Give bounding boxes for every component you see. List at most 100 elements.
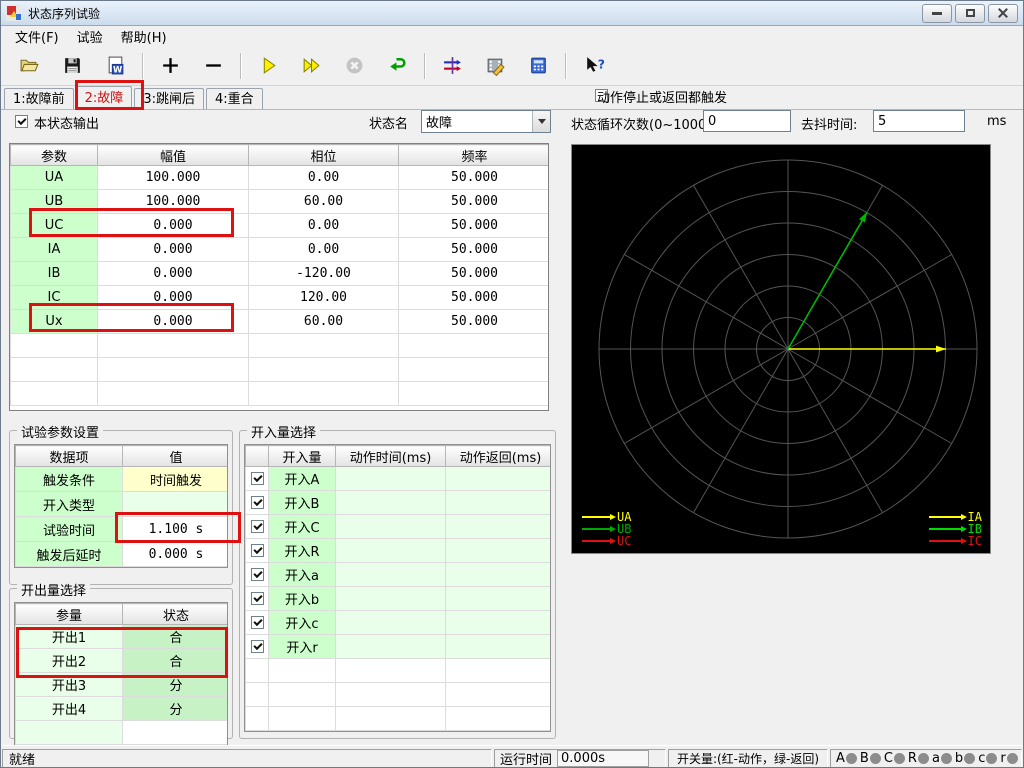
toolbar-calculator-button[interactable] [520,51,556,81]
param-name-cell: IC [11,286,98,310]
tab-state-4[interactable]: 4:重合 [206,88,263,110]
value-cell[interactable]: 1.100 s [123,517,229,542]
tp-header-0: 数据项 [16,446,123,467]
param-row: UC0.0000.0050.000 [11,214,550,238]
frequency-cell[interactable]: 50.000 [399,214,550,238]
legend-entry-UC: UC [582,535,631,547]
toolbar-save-button[interactable] [54,51,90,81]
amplitude-cell[interactable]: 100.000 [98,166,249,190]
data-item-cell: 触发条件 [16,467,123,492]
output-state-cell[interactable]: 合 [123,625,229,649]
input-checkbox-cell[interactable] [246,467,269,491]
toolbar-help-button[interactable]: ? [575,51,611,81]
toolbar-phasor-button[interactable] [434,51,470,81]
menu-item-1[interactable]: 试验 [68,26,112,47]
amplitude-cell[interactable]: 0.000 [98,262,249,286]
toolbar-export-word-button[interactable]: W [97,51,133,81]
toolbar-stop-button[interactable] [336,51,372,81]
input-checkbox-cell[interactable] [246,515,269,539]
app-icon [6,5,22,21]
input-enabled-checkbox[interactable] [251,592,264,605]
toolbar-separator [240,53,241,79]
tab-state-2[interactable]: 2:故障 [76,86,133,110]
output-state-cell[interactable]: 合 [123,649,229,673]
input-checkbox-cell[interactable] [246,563,269,587]
frequency-cell[interactable]: 50.000 [399,190,550,214]
phase-cell[interactable]: 60.00 [249,310,399,334]
input-enabled-checkbox[interactable] [251,520,264,533]
amplitude-cell[interactable]: 0.000 [98,238,249,262]
frequency-cell[interactable]: 50.000 [399,166,550,190]
state-name-combobox[interactable]: 故障 [421,110,551,133]
frequency-cell[interactable]: 50.000 [399,286,550,310]
close-button[interactable] [988,4,1018,23]
phase-cell[interactable]: 120.00 [249,286,399,310]
amplitude-cell[interactable]: 0.000 [98,310,249,334]
close-icon [997,7,1009,19]
input-enabled-checkbox[interactable] [251,568,264,581]
input-checkbox-cell[interactable] [246,491,269,515]
param-row: IB0.000-120.0050.000 [11,262,550,286]
empty-cell [16,721,123,745]
output-state-cell[interactable]: 分 [123,673,229,697]
phase-cell[interactable]: -120.00 [249,262,399,286]
toolbar-open-button[interactable] [11,51,47,81]
input-row: 开入c [246,611,552,635]
chevron-down-icon[interactable] [532,111,550,132]
tab-state-3[interactable]: 3:跳闸后 [134,88,204,110]
input-checkbox-cell[interactable] [246,611,269,635]
value-cell[interactable]: 0.000 s [123,542,229,567]
debounce-input[interactable] [873,110,965,132]
loop-count-input[interactable] [703,110,791,132]
voltage-legend: UAUBUC [582,511,631,547]
tab-state-1[interactable]: 1:故障前 [4,88,74,110]
legend-entry-IC: IC [929,535,982,547]
statusbar: 就绪 运行时间 0.000s 开关量:(红-动作，绿-返回) ABCRabcr [1,745,1023,768]
toolbar-run-button[interactable] [250,51,286,81]
toolbar-report-button[interactable] [477,51,513,81]
open-icon [19,55,40,76]
input-enabled-checkbox[interactable] [251,472,264,485]
phase-cell[interactable]: 0.00 [249,214,399,238]
empty-cell [399,382,550,406]
titlebar: 状态序列试验 [1,1,1023,26]
phase-cell[interactable]: 0.00 [249,238,399,262]
input-row: 开入b [246,587,552,611]
loop-count-label: 状态循环次数(0~1000) [571,114,711,133]
amplitude-cell[interactable]: 0.000 [98,286,249,310]
state-output-checkbox[interactable] [15,115,28,128]
value-cell[interactable] [123,492,229,517]
action-time-cell [336,539,446,563]
phase-cell[interactable]: 60.00 [249,190,399,214]
frequency-cell[interactable]: 50.000 [399,262,550,286]
empty-cell [246,659,269,683]
minimize-button[interactable] [922,4,952,23]
is-header-1: 动作时间(ms) [336,446,446,467]
toolbar-add-state-button[interactable] [152,51,188,81]
param-name-cell: Ux [11,310,98,334]
input-checkbox-cell[interactable] [246,539,269,563]
phase-cell[interactable]: 0.00 [249,166,399,190]
toolbar-run-continuous-button[interactable] [293,51,329,81]
input-enabled-checkbox[interactable] [251,496,264,509]
input-checkbox-cell[interactable] [246,587,269,611]
toolbar-undo-button[interactable] [379,51,415,81]
amplitude-cell[interactable]: 0.000 [98,214,249,238]
state-name-label: 状态名 [369,113,408,132]
menu-item-0[interactable]: 文件(F) [6,26,68,47]
input-checkbox-cell[interactable] [246,635,269,659]
input-enabled-checkbox[interactable] [251,640,264,653]
input-enabled-checkbox[interactable] [251,616,264,629]
test-param-row: 触发条件时间触发 [16,467,229,492]
toolbar-remove-state-button[interactable] [195,51,231,81]
frequency-cell[interactable]: 50.000 [399,310,550,334]
value-cell[interactable]: 时间触发 [123,467,229,492]
empty-row [11,358,550,382]
maximize-button[interactable] [955,4,985,23]
action-return-cell [446,491,552,515]
frequency-cell[interactable]: 50.000 [399,238,550,262]
menu-item-2[interactable]: 帮助(H) [112,26,176,47]
output-state-cell[interactable]: 分 [123,697,229,721]
amplitude-cell[interactable]: 100.000 [98,190,249,214]
input-enabled-checkbox[interactable] [251,544,264,557]
